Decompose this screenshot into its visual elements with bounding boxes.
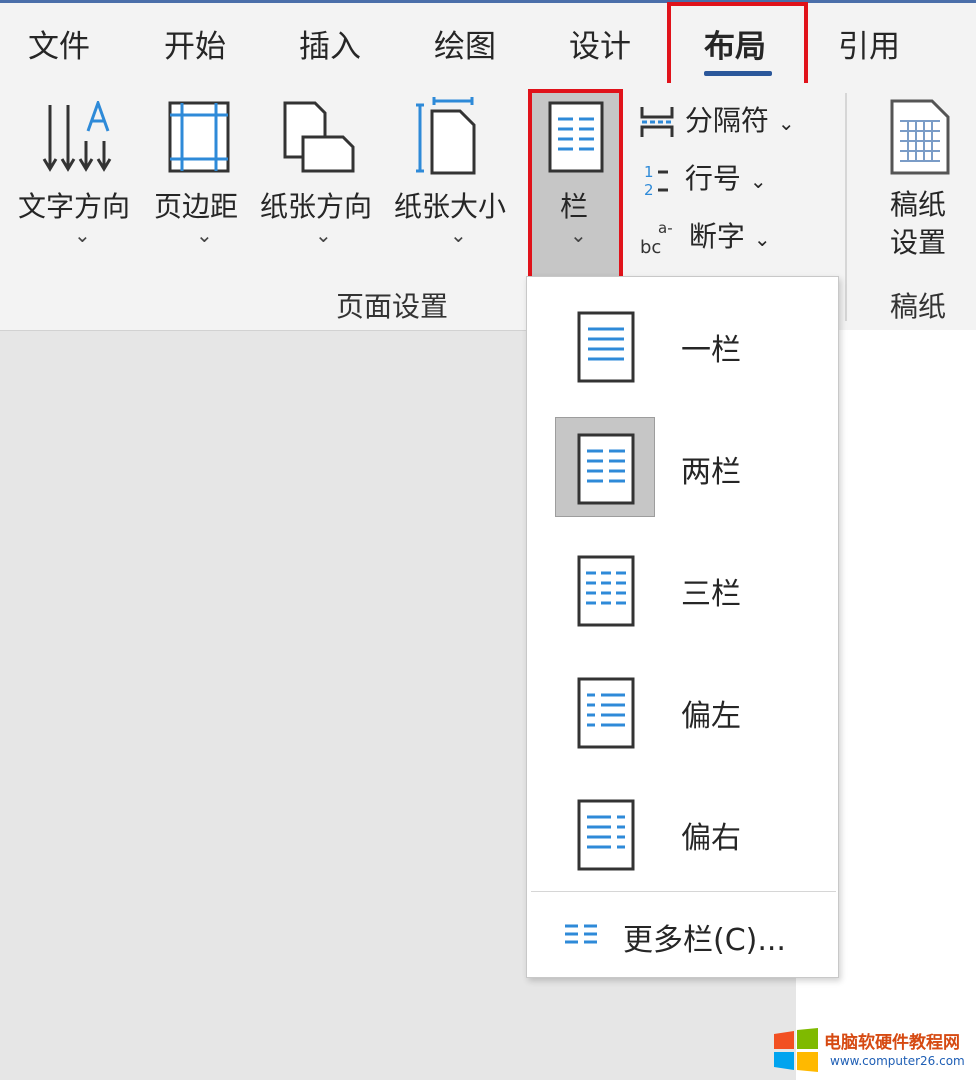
svg-text:2: 2 <box>644 181 654 198</box>
manuscript-setup-label-2: 设置 <box>890 226 947 259</box>
menu-item-label: 偏右 <box>681 821 741 856</box>
line-numbers-button[interactable]: 1 2 行号 ⌄ <box>642 157 767 199</box>
tab-home[interactable]: 开始 <box>164 21 226 66</box>
three-columns-icon <box>577 555 635 627</box>
hyphenation-icon: a- bc <box>640 219 673 258</box>
windows-logo-icon <box>774 1028 818 1072</box>
more-columns-button[interactable]: 更多栏(C)... <box>527 901 838 971</box>
left-column-icon <box>577 677 635 749</box>
menu-item-three-columns[interactable]: 三栏 <box>527 527 838 647</box>
two-columns-icon <box>577 433 635 505</box>
menu-item-one-column[interactable]: 一栏 <box>527 283 838 403</box>
columns-button-highlight <box>528 89 623 282</box>
watermark-url: www.computer26.com <box>830 1054 965 1068</box>
chevron-down-icon: ⌄ <box>74 223 91 247</box>
page-setup-group-label: 页面设置 <box>336 290 449 323</box>
menu-divider <box>531 891 836 892</box>
chevron-down-icon: ⌄ <box>450 223 467 247</box>
tab-draw[interactable]: 绘图 <box>434 21 496 66</box>
watermark-name: 电脑软硬件教程网 <box>824 1033 960 1053</box>
ribbon-tab-bar: 文件 开始 插入 绘图 设计 布局 引用 <box>0 3 976 83</box>
paper-size-icon <box>416 97 476 175</box>
chevron-down-icon: ⌄ <box>315 223 332 247</box>
group-divider <box>845 93 847 321</box>
manuscript-paper-icon <box>890 99 950 175</box>
chevron-down-icon: ⌄ <box>777 111 795 135</box>
menu-item-label: 一栏 <box>681 333 741 368</box>
columns-small-icon <box>565 924 597 944</box>
orientation-icon <box>283 101 355 173</box>
tab-references[interactable]: 引用 <box>838 21 900 66</box>
menu-item-label: 三栏 <box>681 577 741 612</box>
svg-text:bc: bc <box>640 237 661 257</box>
margins-button[interactable]: 页边距 <box>154 185 238 225</box>
breaks-button[interactable]: 分隔符 ⌄ <box>638 99 795 139</box>
text-direction-label: 文字方向 <box>18 190 131 223</box>
columns-dropdown-menu: 一栏 两栏 三栏 偏左 偏右 更多栏(C)... <box>526 276 839 978</box>
menu-item-label: 偏左 <box>681 699 741 734</box>
site-watermark: 电脑软硬件教程网 www.computer26.com <box>772 1024 972 1074</box>
chevron-down-icon: ⌄ <box>753 227 771 251</box>
hyphenation-button[interactable]: a- bc 断字 ⌄ <box>640 215 771 258</box>
chevron-down-icon: ⌄ <box>749 169 767 193</box>
text-direction-icon <box>42 101 112 172</box>
menu-item-two-columns[interactable]: 两栏 <box>527 405 838 525</box>
right-column-icon <box>577 799 635 871</box>
margins-icon <box>168 101 230 173</box>
chevron-down-icon: ⌄ <box>196 223 213 247</box>
breaks-label: 分隔符 <box>684 104 769 137</box>
svg-text:a-: a- <box>658 219 673 237</box>
line-numbers-label: 行号 <box>684 162 741 195</box>
manuscript-setup-button[interactable]: 稿纸 <box>890 183 946 223</box>
svg-text:1: 1 <box>644 163 654 181</box>
orientation-button[interactable]: 纸张方向 <box>260 185 372 225</box>
hyphenation-label: 断字 <box>688 220 745 253</box>
menu-item-label: 两栏 <box>681 455 741 490</box>
paper-size-button[interactable]: 纸张大小 <box>394 185 506 225</box>
line-numbers-icon: 1 2 <box>644 163 668 199</box>
breaks-icon <box>640 107 674 137</box>
tab-design[interactable]: 设计 <box>569 21 631 66</box>
menu-item-left[interactable]: 偏左 <box>527 649 838 769</box>
tab-insert[interactable]: 插入 <box>299 21 361 66</box>
layout-tab-highlight <box>667 2 808 91</box>
tab-file[interactable]: 文件 <box>28 21 90 66</box>
manuscript-group-label: 稿纸 <box>890 290 947 323</box>
more-columns-label: 更多栏(C)... <box>623 923 786 958</box>
one-column-icon <box>577 311 635 383</box>
menu-item-right[interactable]: 偏右 <box>527 771 838 891</box>
